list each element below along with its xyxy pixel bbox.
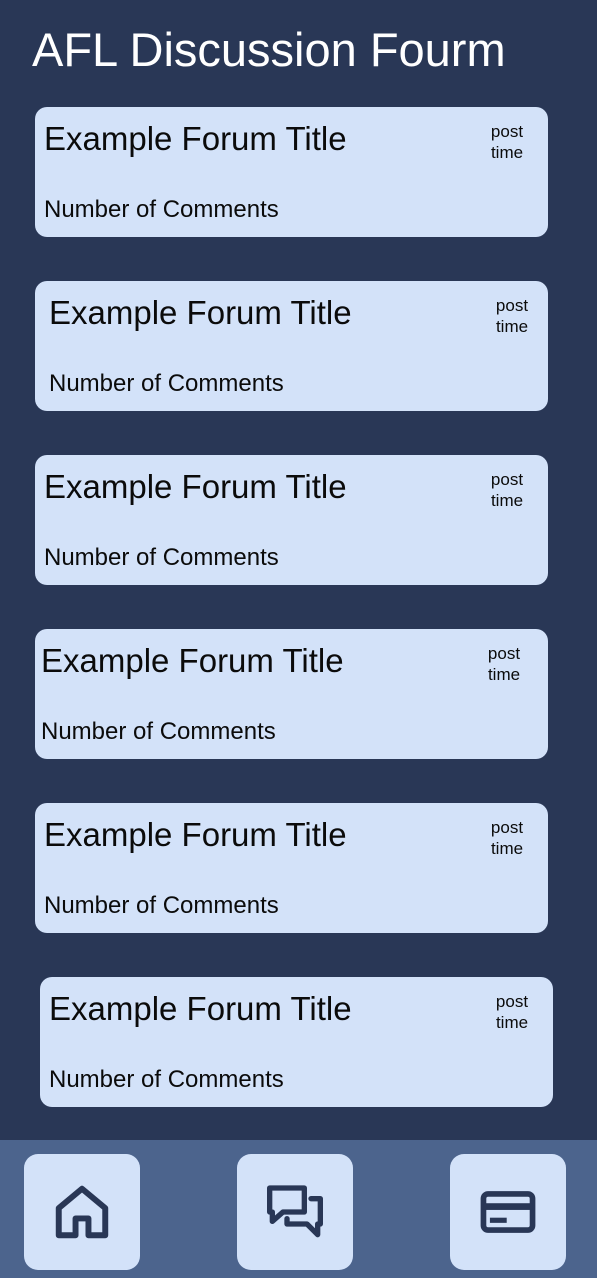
post-time: post time <box>495 296 529 336</box>
post-title: Example Forum Title <box>44 468 347 505</box>
forum-post-card[interactable]: Example Forum Title post time Number of … <box>35 281 548 411</box>
comment-count: Number of Comments <box>44 196 279 223</box>
forum-post-card[interactable]: Example Forum Title post time Number of … <box>35 455 548 585</box>
discussion-button[interactable] <box>237 1154 353 1270</box>
post-title: Example Forum Title <box>49 990 352 1027</box>
comment-count: Number of Comments <box>49 370 284 397</box>
post-time: post time <box>490 470 524 510</box>
comment-count: Number of Comments <box>49 1066 284 1093</box>
chat-icon <box>267 1185 323 1238</box>
home-icon <box>55 1185 109 1239</box>
forum-post-card[interactable]: Example Forum Title post time Number of … <box>40 977 553 1107</box>
forum-post-card[interactable]: Example Forum Title post time Number of … <box>35 629 548 759</box>
card-button[interactable] <box>450 1154 566 1270</box>
post-title: Example Forum Title <box>44 120 347 157</box>
post-title: Example Forum Title <box>49 294 352 331</box>
page-title: AFL Discussion Fourm <box>32 23 506 76</box>
forum-post-card[interactable]: Example Forum Title post time Number of … <box>35 803 548 933</box>
comment-count: Number of Comments <box>44 892 279 919</box>
comment-count: Number of Comments <box>41 718 276 745</box>
bottom-nav <box>0 1140 597 1278</box>
post-title: Example Forum Title <box>44 816 347 853</box>
post-time: post time <box>495 992 529 1032</box>
forum-post-card[interactable]: Example Forum Title post time Number of … <box>35 107 548 237</box>
post-title: Example Forum Title <box>41 642 344 679</box>
home-button[interactable] <box>24 1154 140 1270</box>
card-icon <box>480 1191 536 1233</box>
comment-count: Number of Comments <box>44 544 279 571</box>
post-time: post time <box>490 122 524 162</box>
post-time: post time <box>487 644 521 684</box>
post-time: post time <box>490 818 524 858</box>
